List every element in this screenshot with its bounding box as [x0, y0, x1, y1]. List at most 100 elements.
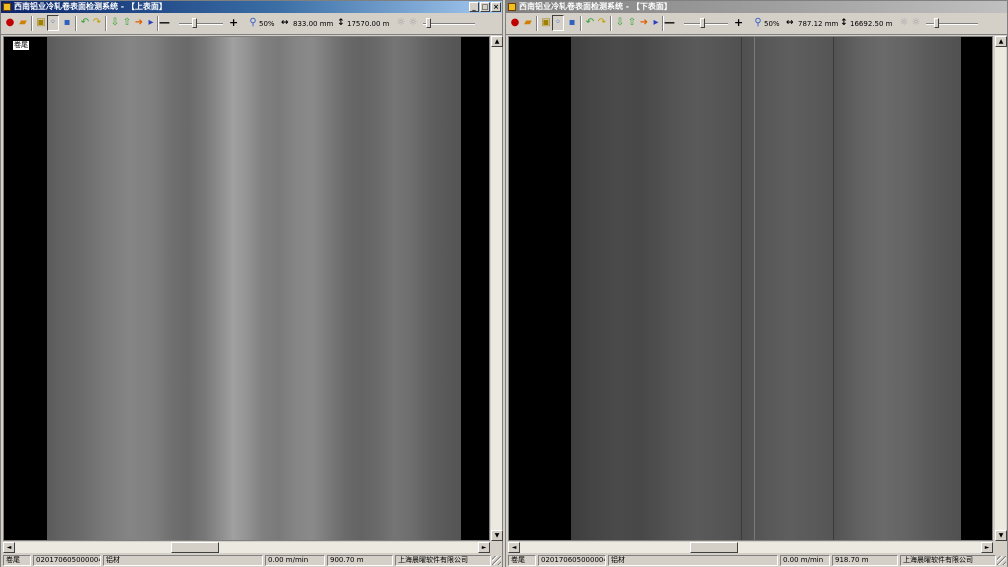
- stop-button[interactable]: ●: [509, 17, 521, 29]
- length-icon: ↕: [840, 18, 848, 28]
- arrow-left-icon: ↶: [585, 17, 595, 28]
- app-icon: [3, 3, 11, 11]
- resize-grip[interactable]: [997, 556, 1006, 565]
- statusbar: 卷尾 020170605000004 铝材 0.00 m/min 900.70 …: [1, 554, 502, 567]
- minus-icon: —: [664, 16, 675, 29]
- toolbar: ● ▰ ▣ ◦ ▪ ↶ ↷ ⇩ ⇧ ➜ ▸ — + ⚲ 50% ↔ 787.12…: [506, 13, 1007, 35]
- width-readout: 787.12 mm: [798, 20, 839, 28]
- status-company: 上海晨曜软件有限公司: [900, 555, 996, 566]
- end-icon: ▸: [653, 17, 659, 28]
- record-button[interactable]: ▣: [35, 17, 47, 29]
- resize-grip[interactable]: [492, 556, 501, 565]
- brightness-slider-thumb[interactable]: [426, 18, 431, 28]
- zoom-in-button[interactable]: +: [734, 17, 743, 29]
- scroll-left-button[interactable]: ◄: [508, 542, 520, 553]
- down-button[interactable]: ⇩: [109, 17, 121, 29]
- bright-down-button[interactable]: ☼: [898, 17, 910, 29]
- chevron-left-icon: ◄: [6, 544, 12, 551]
- scroll-down-button[interactable]: ▼: [491, 530, 503, 541]
- length-readout: 17570.00 m: [347, 20, 390, 28]
- arrow-down-icon: ⇩: [110, 17, 120, 28]
- square-button[interactable]: ▪: [61, 17, 73, 29]
- maximize-button[interactable]: □: [480, 2, 490, 12]
- vertical-scrollbar[interactable]: ▲ ▼: [490, 36, 503, 541]
- length-icon: ↕: [337, 18, 345, 28]
- camera-icon: ▣: [36, 17, 46, 28]
- zoom-fit-button[interactable]: ⚲: [752, 17, 764, 29]
- scroll-up-button[interactable]: ▲: [995, 36, 1007, 47]
- plus-icon: +: [734, 16, 744, 29]
- open-button[interactable]: ▰: [17, 17, 29, 29]
- up-button[interactable]: ⇧: [121, 17, 133, 29]
- forward-button[interactable]: ➜: [638, 17, 650, 29]
- record-button[interactable]: ▣: [540, 17, 552, 29]
- end-button[interactable]: ▸: [145, 17, 157, 29]
- pointer-button[interactable]: ◦: [47, 15, 59, 31]
- vertical-scrollbar[interactable]: ▲ ▼: [994, 36, 1007, 541]
- up-button[interactable]: ⇧: [626, 17, 638, 29]
- bright-up-button[interactable]: ☼: [407, 17, 419, 29]
- arrow-up-icon: ⇧: [122, 17, 132, 28]
- status-speed: 0.00 m/min: [265, 555, 325, 566]
- zoom-in-button[interactable]: +: [229, 17, 238, 29]
- window-titlebar[interactable]: 西南铝业冷轧卷表面检测系统 - 【上表面】 _ □ ×: [1, 1, 502, 13]
- brightness-slider-thumb[interactable]: [934, 18, 939, 28]
- zoom-slider-thumb[interactable]: [700, 18, 705, 28]
- scroll-up-button[interactable]: ▲: [491, 36, 503, 47]
- down-button[interactable]: ⇩: [614, 17, 626, 29]
- stop-button[interactable]: ●: [4, 17, 16, 29]
- square-button[interactable]: ▪: [566, 17, 578, 29]
- arrow-right-icon: ↷: [597, 17, 607, 28]
- scroll-down-button[interactable]: ▼: [995, 530, 1007, 541]
- toolbar-separator: [105, 16, 107, 31]
- width-readout: 833.00 mm: [293, 20, 334, 28]
- app-icon: [508, 3, 516, 11]
- status-position: 卷尾: [508, 555, 536, 566]
- plus-icon: +: [229, 16, 239, 29]
- window-titlebar[interactable]: 西南铝业冷轧卷表面检测系统 - 【下表面】: [506, 1, 1007, 13]
- sun-icon: ☼: [396, 17, 406, 28]
- end-button[interactable]: ▸: [650, 17, 662, 29]
- pointer-button[interactable]: ◦: [552, 15, 564, 31]
- chevron-left-icon: ◄: [511, 544, 517, 551]
- bright-up-button[interactable]: ☼: [910, 17, 922, 29]
- scroll-thumb[interactable]: [171, 542, 219, 553]
- chevron-down-icon: ▼: [998, 532, 1004, 539]
- zoom-percent: 50%: [259, 20, 275, 28]
- scroll-left-button[interactable]: ◄: [3, 542, 15, 553]
- next-button[interactable]: ↷: [596, 17, 608, 29]
- width-icon: ↔: [281, 18, 289, 28]
- zoom-fit-button[interactable]: ⚲: [247, 17, 259, 29]
- scroll-right-button[interactable]: ►: [981, 542, 993, 553]
- close-button[interactable]: ×: [491, 2, 501, 12]
- scroll-thumb[interactable]: [690, 542, 738, 553]
- zoom-out-button[interactable]: —: [159, 17, 170, 29]
- zoom-slider-thumb[interactable]: [192, 18, 197, 28]
- image-viewport[interactable]: [508, 36, 993, 541]
- prev-button[interactable]: ↶: [584, 17, 596, 29]
- status-company: 上海晨曜软件有限公司: [395, 555, 491, 566]
- scroll-right-button[interactable]: ►: [478, 542, 490, 553]
- toolbar: ● ▰ ▣ ◦ ▪ ↶ ↷ ⇩ ⇧ ➜ ▸ — + ⚲ 50% ↔ 833.00…: [1, 13, 502, 35]
- zoom-slider-track[interactable]: [684, 23, 728, 25]
- window-title: 西南铝业冷轧卷表面检测系统 - 【上表面】: [14, 2, 167, 11]
- open-button[interactable]: ▰: [522, 17, 534, 29]
- fast-forward-icon: ➜: [639, 17, 649, 28]
- next-button[interactable]: ↷: [91, 17, 103, 29]
- image-viewport[interactable]: 卷尾: [3, 36, 490, 541]
- horizontal-scrollbar[interactable]: ◄ ►: [3, 542, 490, 553]
- statusbar: 卷尾 020170605000004 铝材 0.00 m/min 918.70 …: [506, 554, 1007, 567]
- zoom-slider-track[interactable]: [179, 23, 223, 25]
- bright-down-button[interactable]: ☼: [395, 17, 407, 29]
- status-length: 900.70 m: [327, 555, 393, 566]
- width-icon: ↔: [786, 18, 794, 28]
- minimize-button[interactable]: _: [469, 2, 479, 12]
- zoom-out-button[interactable]: —: [664, 17, 675, 29]
- prev-button[interactable]: ↶: [79, 17, 91, 29]
- camera-icon: ▣: [541, 17, 551, 28]
- forward-button[interactable]: ➜: [133, 17, 145, 29]
- status-coil-id: 020170605000004: [538, 555, 606, 566]
- horizontal-scrollbar[interactable]: ◄ ►: [508, 542, 993, 553]
- strip-line: [754, 37, 755, 540]
- view-badge: 卷尾: [12, 40, 30, 51]
